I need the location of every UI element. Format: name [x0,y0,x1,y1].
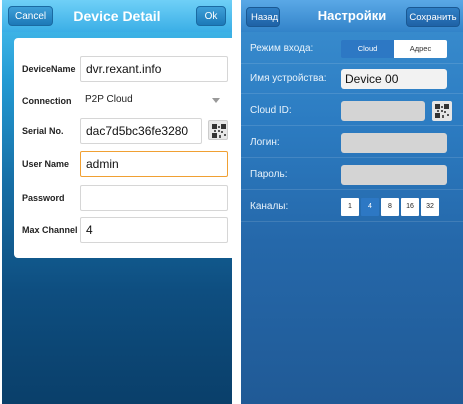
device-name-field[interactable]: dvr.rexant.info [80,56,228,82]
cloud-id-label: Cloud ID: [250,105,292,116]
cloud-id-row: Cloud ID: [241,96,463,126]
user-name-field[interactable]: admin [80,151,228,177]
qr-code-icon[interactable] [432,101,452,121]
serial-row: Serial No. dac7d5bc36fe3280 [14,116,232,146]
login-mode-row: Режим входа: Cloud Адрес [241,34,463,64]
back-button[interactable]: Назад [246,7,280,27]
connection-label: Connection [22,96,72,106]
channel-option-4[interactable]: 4 [361,198,379,216]
device-name-row: DeviceName dvr.rexant.info [14,54,232,84]
password-field[interactable] [341,165,447,185]
channel-option-32[interactable]: 32 [421,198,439,216]
navigation-bar: Device Detail Cancel Ok [2,0,232,32]
channels-segmented-control: 1 4 8 16 32 [341,198,439,216]
channels-row: Каналы: 1 4 8 16 32 [241,192,463,222]
login-field[interactable] [341,133,447,153]
device-form: DeviceName dvr.rexant.info Connection P2… [14,38,232,258]
serial-field[interactable]: dac7d5bc36fe3280 [80,118,202,144]
max-channel-label: Max Channel [22,225,78,235]
user-name-label: User Name [22,159,70,169]
max-channel-row: Max Channel 4 [14,215,232,245]
password-row: Password [14,183,232,213]
save-button[interactable]: Сохранить [406,7,460,27]
password-row: Пароль: [241,160,463,190]
login-mode-segmented-control: Cloud Адрес [341,40,447,58]
mode-option-address[interactable]: Адрес [394,40,447,58]
device-name-label: Имя устройства: [250,73,327,84]
device-name-label: DeviceName [22,64,76,74]
login-label: Логин: [250,137,280,148]
channel-option-8[interactable]: 8 [381,198,399,216]
settings-screen: Настройки Назад Сохранить Режим входа: C… [241,0,463,404]
channel-option-16[interactable]: 16 [401,198,419,216]
serial-label: Serial No. [22,126,64,136]
qr-code-icon[interactable] [208,120,228,140]
channels-label: Каналы: [250,201,289,212]
user-name-row: User Name admin [14,149,232,179]
device-name-field[interactable]: Device 00 [341,69,447,89]
connection-row: Connection P2P Cloud [14,86,232,116]
login-mode-label: Режим входа: [250,43,314,54]
cancel-button[interactable]: Cancel [8,6,54,26]
connection-value: P2P Cloud [85,94,133,105]
device-name-row: Имя устройства: Device 00 [241,64,463,94]
login-row: Логин: [241,128,463,158]
mode-option-cloud[interactable]: Cloud [341,40,394,58]
ok-button[interactable]: Ok [196,6,226,26]
channel-option-1[interactable]: 1 [341,198,359,216]
navigation-bar: Настройки Назад Сохранить [241,0,463,32]
device-detail-screen: Device Detail Cancel Ok DeviceName dvr.r… [2,0,232,404]
max-channel-field[interactable]: 4 [80,217,228,243]
connection-select[interactable]: P2P Cloud [80,88,228,114]
chevron-down-icon [212,98,220,103]
cloud-id-field[interactable] [341,101,425,121]
password-field[interactable] [80,185,228,211]
password-label: Password [22,193,65,203]
password-label: Пароль: [250,169,288,180]
